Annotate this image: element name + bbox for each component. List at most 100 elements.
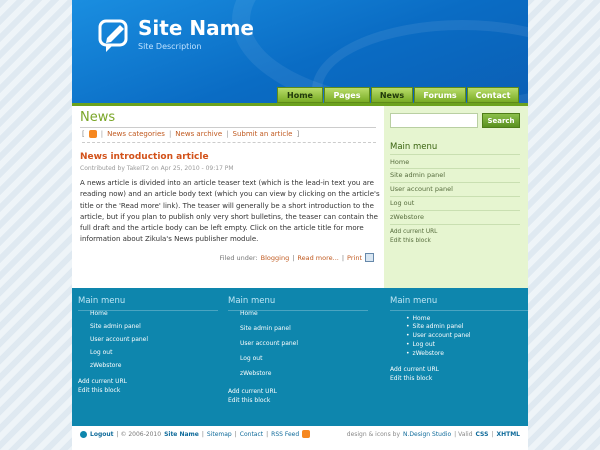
footer-column-3: Main menu [390,296,530,311]
site-name-link[interactable]: Site Name [164,431,199,438]
copyright-text: | © 2006-2010 [116,430,162,438]
article-teaser: A news article is divided into an articl… [80,179,380,244]
nav-news[interactable]: News [371,87,413,103]
nav-forums[interactable]: Forums [414,87,466,103]
title-divider [80,127,376,128]
separator: | [201,430,204,438]
credits: design & icons by N.Design Studio | Vali… [347,431,520,438]
bottom-links: Logout | © 2006-2010 Site Name | Sitemap… [80,430,311,438]
footer-item-home[interactable]: Home [240,310,258,317]
news-archive-link[interactable]: News archive [175,130,222,138]
footer-item-user-account[interactable]: User account panel [240,340,298,347]
separator: | [341,253,345,262]
news-subnav: [ | News categories | News archive | Sub… [82,130,299,138]
sitemap-link[interactable]: Sitemap [207,431,232,438]
footer-column-2: Main menu [228,296,368,311]
footer-item-logout[interactable]: Log out [406,341,435,348]
separator: | [266,430,269,438]
footer-column-1: Main menu [78,296,218,311]
separator: | [292,253,295,262]
sidebar-item-logout[interactable]: Log out [390,199,414,207]
print-link[interactable]: Print [347,254,362,262]
user-icon [80,430,87,438]
sidebar-item-home[interactable]: Home [390,158,409,166]
add-current-url-link[interactable]: Add current URL [390,366,439,373]
filed-under-label: Filed under: [219,253,258,262]
main-content: News [ | News categories | News archive … [72,106,382,288]
footer-item-site-admin[interactable]: Site admin panel [90,323,141,330]
site-description: Site Description [138,42,202,51]
category-link[interactable]: Blogging [261,254,290,262]
sidebar-item-user-account[interactable]: User account panel [390,185,453,193]
edit-block-link[interactable]: Edit this block [228,397,270,404]
news-categories-link[interactable]: News categories [107,130,165,138]
main-navigation: Home Pages News Forums Contact [277,87,519,103]
subnav-bracket-open: [ [82,130,85,138]
sidebar-divider [390,182,520,183]
sidebar-menu-title: Main menu [390,142,438,152]
sidebar-divider [390,154,520,155]
rss-icon[interactable] [302,430,311,438]
edit-block-link[interactable]: Edit this block [390,238,431,244]
edit-block-link[interactable]: Edit this block [78,387,120,394]
sidebar-divider [390,168,520,169]
footer-item-home[interactable]: Home [406,315,431,322]
nav-contact[interactable]: Contact [467,87,519,103]
subnav-separator: | [168,130,172,138]
design-credit-text: design & icons by [346,430,400,438]
logout-link[interactable]: Logout [90,431,114,438]
sidebar-divider [390,210,520,211]
subnav-divider [82,142,376,143]
page-title: News [80,110,116,125]
article-footer: Filed under: Blogging | Read more... | P… [219,253,374,262]
css-validator-link[interactable]: CSS [476,431,489,438]
edit-block-link[interactable]: Edit this block [390,375,432,382]
add-current-url-link[interactable]: Add current URL [390,229,437,235]
site-header: Site Name Site Description Home Pages Ne… [72,0,528,103]
speech-bubble-pencil-icon[interactable] [96,18,132,54]
printer-icon[interactable] [365,253,374,262]
footer-menu-title: Main menu [78,296,126,306]
rss-icon[interactable] [88,130,97,138]
footer-item-user-account[interactable]: User account panel [90,336,148,343]
separator: | [491,430,494,438]
subnav-separator: | [226,130,229,138]
submit-article-link[interactable]: Submit an article [233,130,293,138]
rss-feed-link[interactable]: RSS Feed [271,431,299,438]
footer-item-user-account[interactable]: User account panel [406,332,471,339]
footer-menu-title: Main menu [390,296,438,306]
search-button[interactable]: Search [482,113,520,128]
nav-home[interactable]: Home [277,87,323,103]
bottom-bar: Logout | © 2006-2010 Site Name | Sitemap… [72,426,528,442]
article-title[interactable]: News introduction article [80,152,209,162]
footer-item-site-admin[interactable]: Site admin panel [406,323,464,330]
search-input[interactable] [390,113,478,128]
nav-pages[interactable]: Pages [324,87,370,103]
footer-item-zwebstore[interactable]: zWebstore [406,350,444,357]
designer-link[interactable]: N.Design Studio [403,431,451,438]
subnav-separator: | [100,130,104,138]
sidebar-divider [390,224,520,225]
footer-item-home[interactable]: Home [90,310,108,317]
sidebar-item-zwebstore[interactable]: zWebstore [390,213,424,221]
footer-blocks: Main menu Home Site admin panel User acc… [72,288,530,426]
footer-item-site-admin[interactable]: Site admin panel [240,325,291,332]
footer-item-logout[interactable]: Log out [240,355,262,362]
sidebar-item-site-admin[interactable]: Site admin panel [390,171,445,179]
footer-item-logout[interactable]: Log out [90,349,112,356]
article-meta: Contributed by TakeIT2 on Apr 25, 2010 -… [80,165,234,172]
add-current-url-link[interactable]: Add current URL [78,378,127,385]
add-current-url-link[interactable]: Add current URL [228,388,277,395]
xhtml-validator-link[interactable]: XHTML [496,431,520,438]
site-name[interactable]: Site Name [138,16,254,40]
footer-item-zwebstore[interactable]: zWebstore [90,362,121,369]
read-more-link[interactable]: Read more... [297,254,338,262]
subnav-bracket-close: ] [296,130,300,138]
right-sidebar: Search Main menu Home Site admin panel U… [384,106,528,288]
separator: | [234,430,237,438]
footer-divider [390,310,530,311]
footer-item-zwebstore[interactable]: zWebstore [240,370,271,377]
contact-link[interactable]: Contact [240,431,263,438]
page-container: Site Name Site Description Home Pages Ne… [72,0,530,450]
footer-menu-title: Main menu [228,296,276,306]
